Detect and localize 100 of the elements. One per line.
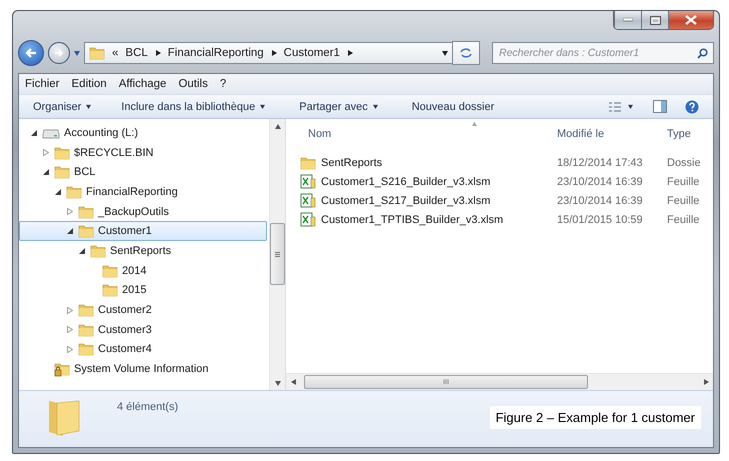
folder-icon (54, 164, 70, 180)
folder-icon (102, 262, 118, 279)
overflow-chevron[interactable]: « (112, 47, 118, 59)
collapsed-arrow-icon[interactable] (67, 208, 73, 216)
breadcrumb[interactable]: BCL (125, 47, 148, 59)
tree-label: System Volume Information (74, 363, 209, 376)
grip-icon (275, 252, 280, 256)
tree-item[interactable]: System Volume Information (19, 359, 267, 379)
folder-icon (78, 223, 94, 240)
file-type: Feuille (667, 214, 700, 226)
collapsed-arrow-icon[interactable] (67, 326, 73, 334)
vertical-scrollbar[interactable] (269, 119, 285, 390)
modified-date: 15/01/2015 10:59 (557, 214, 644, 226)
dropdown-caret-icon (86, 104, 92, 109)
toolbar-button[interactable]: Organiser (27, 98, 98, 114)
left-arrow-icon (25, 47, 37, 59)
menu-item[interactable]: Edition (72, 78, 107, 90)
folder-icon (66, 184, 82, 200)
menu-item[interactable]: Outils (178, 78, 208, 90)
spreadsheet-icon (300, 192, 316, 208)
history-dropdown-icon[interactable] (74, 50, 80, 56)
file-row[interactable]: Customer1_TPTIBS_Builder_v3.xlsm 15/01/2015 10:59 Feuille (286, 210, 713, 229)
toolbar-button[interactable]: Nouveau dossier (406, 98, 500, 114)
tree-item[interactable]: $RECYCLE.BIN (19, 142, 267, 162)
tree-item[interactable]: Customer3 (19, 320, 267, 340)
back-button[interactable] (18, 40, 44, 66)
view-options-icon[interactable] (608, 100, 622, 112)
expanded-arrow-icon[interactable] (79, 248, 85, 254)
address-bar[interactable]: « BCL FinancialReporting Customer1 (84, 42, 453, 64)
folder-icon (54, 144, 70, 161)
help-icon[interactable] (685, 100, 699, 114)
tree-label: SentReports (110, 244, 172, 257)
search-icon[interactable] (697, 48, 708, 58)
tree-item[interactable]: BCL (19, 162, 267, 182)
tree-item[interactable]: FinancialReporting (19, 182, 267, 202)
tree-item[interactable]: 2014 (19, 260, 267, 280)
folder-icon (78, 322, 94, 338)
scroll-up-icon[interactable] (274, 123, 280, 129)
column-header[interactable]: Type (667, 128, 713, 140)
folder-icon (78, 341, 94, 358)
maximize-button[interactable] (641, 11, 668, 29)
spreadsheet-icon (300, 212, 316, 228)
minimize-icon (623, 18, 633, 22)
breadcrumb[interactable]: FinancialReporting (168, 47, 264, 59)
tree-item[interactable]: Customer2 (19, 300, 267, 320)
column-header[interactable]: Modifié le (557, 128, 667, 140)
scroll-down-icon[interactable] (274, 380, 280, 386)
tree-label: 2015 (122, 284, 146, 296)
address-dropdown-icon[interactable] (442, 50, 448, 56)
collapsed-arrow-icon[interactable] (67, 346, 73, 353)
expanded-arrow-icon[interactable] (31, 130, 37, 136)
scroll-thumb[interactable] (270, 223, 285, 285)
forward-button[interactable] (48, 42, 70, 64)
breadcrumb-arrow-icon[interactable] (346, 50, 353, 56)
tree-label: 2014 (122, 264, 146, 277)
dropdown-caret-icon (372, 104, 378, 109)
tree-item[interactable]: SentReports (19, 241, 267, 261)
search-field[interactable]: Rechercher dans : Customer1 (492, 42, 714, 64)
file-row[interactable]: Customer1_S216_Builder_v3.xlsm 23/10/2014 16:39 Feuille (286, 172, 713, 191)
breadcrumb-arrow-icon[interactable] (154, 50, 161, 56)
folder-icon (300, 154, 316, 170)
tree-item[interactable]: Customer4 (19, 340, 267, 360)
tree-label: Customer3 (98, 324, 152, 336)
scroll-left-icon[interactable] (290, 379, 296, 385)
expanded-arrow-icon[interactable] (55, 188, 61, 195)
menu-item[interactable]: ? (220, 78, 226, 90)
dropdown-caret-icon (260, 104, 266, 109)
column-header[interactable]: Nom (308, 128, 557, 140)
modified-date: 18/12/2014 17:43 (557, 156, 644, 168)
tree-label: Customer2 (98, 304, 152, 316)
tree-label: _BackupOutils (98, 206, 169, 218)
menu-item[interactable]: Fichier (25, 78, 60, 90)
toolbar-button[interactable]: Inclure dans la bibliothèque (115, 98, 272, 114)
collapsed-arrow-icon[interactable] (67, 306, 73, 314)
tree-item[interactable]: Customer1 (19, 221, 267, 242)
refresh-button[interactable] (452, 41, 480, 65)
minimize-button[interactable] (614, 11, 641, 29)
tree-item[interactable]: Accounting (L:) (19, 123, 267, 143)
tree-label: $RECYCLE.BIN (74, 146, 154, 159)
file-type: Dossie (667, 156, 702, 168)
toolbar-button[interactable]: Partager avec (293, 98, 384, 114)
folder-icon (89, 45, 105, 61)
close-icon (685, 15, 697, 25)
scroll-right-icon[interactable] (703, 379, 709, 385)
expanded-arrow-icon[interactable] (67, 228, 73, 234)
file-row[interactable]: Customer1_S217_Builder_v3.xlsm 23/10/2014 16:39 Feuille (286, 191, 713, 210)
menu-item[interactable]: Affichage (118, 78, 166, 90)
drive-icon (42, 126, 60, 139)
folder-icon (102, 282, 118, 298)
tree-item[interactable]: _BackupOutils (19, 202, 267, 222)
file-row[interactable]: SentReports 18/12/2014 17:43 Dossie (286, 153, 713, 172)
close-button[interactable] (668, 11, 713, 29)
tree-item[interactable]: 2015 (19, 280, 267, 300)
breadcrumb-arrow-icon[interactable] (270, 50, 277, 56)
preview-pane-icon[interactable] (653, 100, 667, 113)
breadcrumb[interactable]: Customer1 (284, 47, 340, 59)
collapsed-arrow-icon[interactable] (43, 149, 49, 156)
refresh-icon (459, 47, 473, 59)
expanded-arrow-icon[interactable] (43, 169, 49, 176)
tree-label: BCL (74, 166, 96, 178)
